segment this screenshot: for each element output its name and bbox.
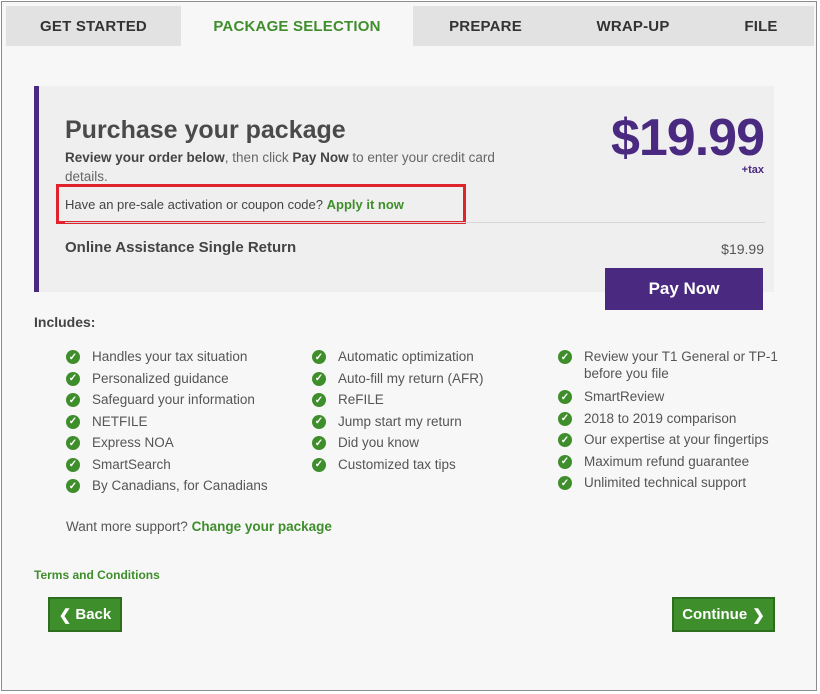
check-icon: ✓: [558, 390, 572, 404]
list-item-label: Jump start my return: [338, 413, 462, 429]
list-item-label: Maximum refund guarantee: [584, 453, 750, 469]
list-item: ✓ SmartReview: [558, 388, 794, 410]
continue-button[interactable]: Continue ❯: [672, 597, 775, 632]
includes-column-1: ✓ Handles your tax situation ✓ Personalize…: [66, 348, 296, 499]
list-item-label: 2018 to 2019 comparison: [584, 410, 737, 426]
list-item-label: Customized tax tips: [338, 456, 456, 472]
tab-get-started[interactable]: GET STARTED: [6, 6, 181, 46]
terms-link[interactable]: Terms and Conditions: [34, 568, 160, 582]
list-item: ✓ SmartSearch: [66, 456, 296, 478]
list-item-label: Auto-fill my return (AFR): [338, 370, 484, 386]
purchase-card: Purchase your package Review your order …: [34, 86, 774, 292]
desc-paynow: Pay Now: [292, 150, 349, 165]
includes-heading: Includes:: [34, 314, 96, 330]
includes-column-3: ✓ Review your T1 General or TP-1 before y…: [558, 348, 794, 496]
chevron-left-icon: ❮: [58, 606, 72, 624]
coupon-text: Have an pre-sale activation or coupon co…: [65, 197, 323, 212]
check-icon: ✓: [558, 454, 572, 469]
list-item-label: By Canadians, for Canadians: [92, 478, 268, 493]
list-item: ✓ Unlimited technical support: [558, 474, 794, 496]
more-support: Want more support? Change your package: [66, 519, 332, 534]
check-icon: ✓: [312, 350, 326, 364]
continue-label: Continue: [682, 606, 748, 623]
list-item: ✓ Did you know: [312, 434, 542, 456]
back-label: Back: [75, 606, 112, 623]
price-total: $19.99: [610, 109, 765, 167]
line-item-price: $19.99: [721, 241, 764, 257]
list-item: ✓ ReFILE: [312, 391, 542, 413]
tab-prepare[interactable]: PREPARE: [413, 6, 558, 46]
list-item: ✓ Customized tax tips: [312, 456, 542, 478]
list-item-label: Handles your tax situation: [92, 349, 248, 364]
check-icon: ✓: [66, 371, 80, 386]
list-item-label: Unlimited technical support: [584, 475, 747, 490]
check-icon: ✓: [312, 414, 326, 429]
check-icon: ✓: [312, 393, 326, 407]
apply-coupon-link[interactable]: Apply it now: [327, 197, 404, 212]
list-item: ✓ Automatic optimization: [312, 348, 542, 370]
check-icon: ✓: [558, 476, 572, 490]
coupon-prompt: Have an pre-sale activation or coupon co…: [65, 197, 404, 212]
desc-review: Review your order below: [65, 150, 225, 165]
list-item: ✓ Auto-fill my return (AFR): [312, 370, 542, 392]
list-item-label: Our expertise at your fingertips: [584, 432, 769, 447]
check-icon: ✓: [312, 436, 326, 450]
check-icon: ✓: [312, 457, 326, 472]
list-item: ✓ Express NOA: [66, 434, 296, 456]
pay-now-button[interactable]: Pay Now: [605, 268, 763, 310]
divider: [65, 222, 765, 223]
list-item-label: ReFILE: [338, 392, 384, 407]
list-item-label: SmartSearch: [92, 456, 171, 472]
list-item-label: Did you know: [338, 435, 420, 450]
check-icon: ✓: [66, 414, 80, 429]
purchase-description: Review your order below, then click Pay …: [65, 148, 535, 186]
tab-file[interactable]: FILE: [708, 6, 814, 46]
list-item: ✓ Maximum refund guarantee: [558, 453, 794, 475]
check-icon: ✓: [558, 411, 572, 426]
list-item: ✓ Review your T1 General or TP-1 before y…: [558, 348, 794, 388]
line-item-name: Online Assistance Single Return: [65, 239, 297, 256]
list-item: ✓ Handles your tax situation: [66, 348, 296, 370]
list-item-label: Express NOA: [92, 435, 174, 450]
list-item-label: SmartReview: [584, 389, 665, 404]
more-support-text: Want more support?: [66, 519, 188, 534]
list-item: ✓ Safeguard your information: [66, 391, 296, 413]
page-title: Purchase your package: [65, 116, 346, 144]
list-item-label: Personalized guidance: [92, 370, 229, 386]
list-item: ✓ Personalized guidance: [66, 370, 296, 392]
includes-column-2: ✓ Automatic optimization ✓ Auto-fill my re…: [312, 348, 542, 477]
check-icon: ✓: [558, 350, 572, 364]
list-item-label: NETFILE: [92, 413, 148, 429]
list-item: ✓ Jump start my return: [312, 413, 542, 435]
check-icon: ✓: [66, 457, 80, 472]
tab-package-selection[interactable]: PACKAGE SELECTION: [181, 6, 413, 46]
list-item-label: Review your T1 General or TP-1 before yo…: [584, 349, 778, 381]
step-tabs: GET STARTED PACKAGE SELECTION PREPARE WR…: [6, 6, 814, 46]
list-item-label: Automatic optimization: [338, 349, 474, 364]
list-item: ✓ NETFILE: [66, 413, 296, 435]
check-icon: ✓: [66, 479, 80, 493]
check-icon: ✓: [558, 433, 572, 447]
back-button[interactable]: ❮ Back: [48, 597, 122, 632]
tax-label: +tax: [741, 164, 764, 176]
change-package-link[interactable]: Change your package: [192, 519, 332, 534]
list-item: ✓ 2018 to 2019 comparison: [558, 410, 794, 432]
check-icon: ✓: [312, 371, 326, 386]
chevron-right-icon: ❯: [752, 606, 765, 624]
tab-wrap-up[interactable]: WRAP-UP: [558, 6, 708, 46]
desc-mid: , then click: [224, 150, 293, 165]
list-item: ✓ By Canadians, for Canadians: [66, 477, 296, 499]
check-icon: ✓: [66, 436, 80, 450]
check-icon: ✓: [66, 350, 80, 364]
list-item: ✓ Our expertise at your fingertips: [558, 431, 794, 453]
check-icon: ✓: [66, 393, 80, 407]
list-item-label: Safeguard your information: [92, 392, 255, 407]
